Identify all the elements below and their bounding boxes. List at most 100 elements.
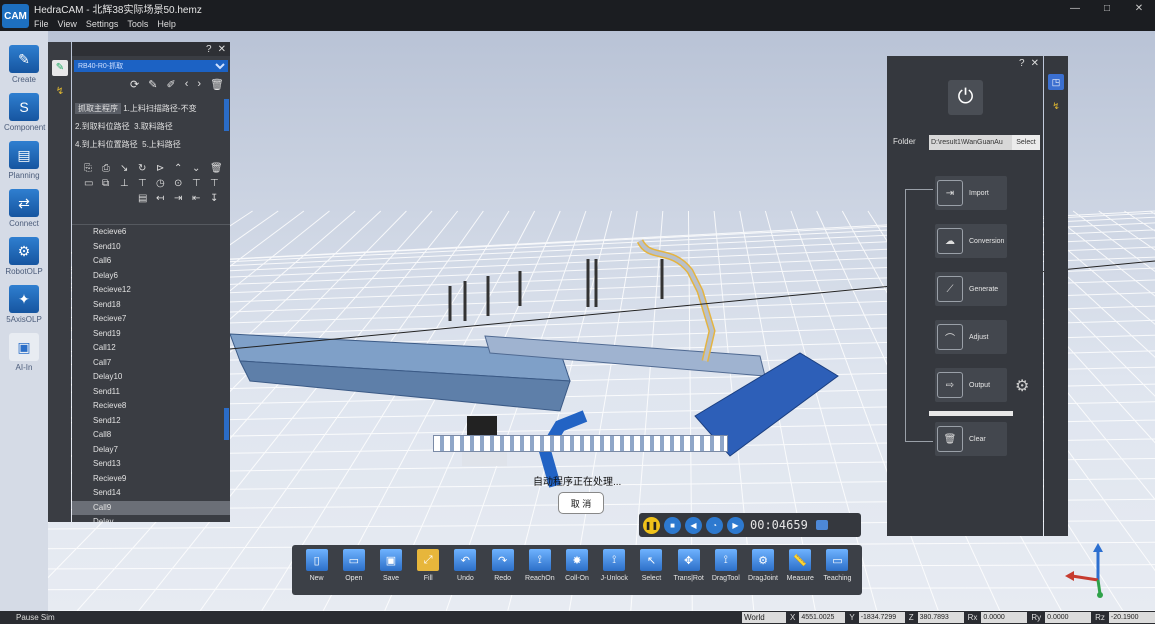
down-icon[interactable]: ⌄ (192, 163, 210, 174)
generate-step[interactable]: ⟋ Generate (935, 272, 1007, 306)
module-5axis-olp[interactable]: ✦ 5AxisOLP (4, 285, 44, 324)
command-item[interactable]: Recieve12 (72, 283, 230, 298)
maximize-button[interactable]: □ (1091, 0, 1123, 17)
reach-on-button[interactable]: ⟟ ReachOn (521, 549, 558, 591)
command-item[interactable]: Send11 (72, 385, 230, 400)
output-step[interactable]: ⇨ Output (935, 368, 1007, 402)
module-ai-in[interactable]: ▣ AI-In (4, 333, 44, 372)
command-item[interactable]: Send12 (72, 414, 230, 429)
select-button[interactable]: ↖ Select (633, 549, 670, 591)
receive-icon[interactable]: ⇤ (192, 193, 210, 204)
drag-joint-button[interactable]: ⚙ DragJoint (744, 549, 781, 591)
copy-icon[interactable]: ⧉ (102, 178, 120, 189)
module-component[interactable]: S Component (4, 93, 45, 132)
pause-button[interactable]: ❚❚ (643, 516, 660, 534)
refresh-icon[interactable]: ⟳ (130, 78, 139, 91)
note-icon[interactable]: ✐ (166, 78, 175, 91)
help-icon[interactable]: ? (206, 44, 212, 55)
module-create[interactable]: ✎ Create (4, 45, 44, 84)
j-unlock-button[interactable]: ⟟ J-Unlock (596, 549, 633, 591)
menu-help[interactable]: Help (157, 17, 176, 31)
command-item[interactable]: Send14 (72, 486, 230, 501)
program-tab-1[interactable]: 1.上料扫描路径-不变 (123, 104, 196, 113)
command-item[interactable]: Call7 (72, 356, 230, 371)
frame-select[interactable]: World (742, 612, 786, 623)
timer-icon[interactable]: ◷ (156, 178, 174, 189)
step-button[interactable]: ◔ (706, 516, 723, 534)
movel-icon[interactable]: ⎙ (102, 163, 120, 174)
command-item[interactable]: Delay10 (72, 370, 230, 385)
edit-icon[interactable]: ✎ (148, 78, 157, 91)
teach-tab-icon[interactable]: ↯ (1048, 98, 1064, 114)
command-item[interactable]: Recieve8 (72, 399, 230, 414)
ry-value[interactable]: 0.0000 (1045, 612, 1092, 623)
command-item[interactable]: Recieve6 (72, 225, 230, 240)
rx-value[interactable]: 0.0000 (981, 612, 1028, 623)
command-item[interactable]: Send10 (72, 240, 230, 255)
help-icon[interactable]: ? (1019, 58, 1025, 69)
program-select[interactable]: RB40-R0-抓取 (74, 60, 228, 72)
close-icon[interactable]: ✕ (1031, 58, 1039, 69)
module-robot-olp[interactable]: ⚙ RobotOLP (4, 237, 44, 276)
fill-button[interactable]: ⤢ Fill (410, 549, 447, 591)
import-step[interactable]: ⇥ Import (935, 176, 1007, 210)
cancel-button[interactable]: 取 消 (558, 492, 604, 514)
command-item[interactable]: Delay7 (72, 443, 230, 458)
return-icon[interactable]: ↤ (156, 193, 174, 204)
stop-button[interactable]: ■ (664, 516, 681, 534)
wait-icon[interactable]: ⊙ (174, 178, 192, 189)
menu-settings[interactable]: Settings (86, 17, 119, 31)
ai-tab-icon[interactable]: ◳ (1048, 74, 1064, 90)
tab-teach-icon[interactable]: ↯ (52, 84, 68, 100)
pin-icon[interactable]: ⊤ (210, 178, 228, 189)
send-icon[interactable]: ⇥ (174, 193, 192, 204)
program-tab-main[interactable]: 抓取主程序 (75, 103, 121, 114)
menu-view[interactable]: View (58, 17, 77, 31)
settings-gear-icon[interactable]: ⚙ (1015, 376, 1029, 396)
trans-rot-button[interactable]: ✥ Trans|Rot (670, 549, 707, 591)
forward-button[interactable]: ▶ (727, 516, 744, 534)
tool-icon[interactable]: ⊤ (138, 178, 156, 189)
table-icon[interactable]: ▤ (138, 193, 156, 204)
close-window-button[interactable]: ✕ (1123, 0, 1155, 17)
rewind-button[interactable]: ◀ (685, 516, 702, 534)
redo-button[interactable]: ↷ Redo (484, 549, 521, 591)
jump-icon[interactable]: ⊳ (156, 163, 174, 174)
drag-tool-button[interactable]: ⟟ DragTool (707, 549, 744, 591)
minimize-button[interactable]: — (1059, 0, 1091, 17)
close-icon[interactable]: ✕ (218, 44, 226, 55)
command-list-scrollbar[interactable] (224, 408, 229, 440)
clear-step[interactable]: 🗑 Clear (935, 422, 1007, 456)
command-item[interactable]: Call9 (72, 500, 230, 515)
undo-button[interactable]: ↶ Undo (447, 549, 484, 591)
trash-icon[interactable]: 🗑 (210, 163, 228, 174)
adjust-step[interactable]: ⌒ Adjust (935, 320, 1007, 354)
coll-on-button[interactable]: ✸ Coll-On (558, 549, 595, 591)
command-item[interactable]: Call6 (72, 254, 230, 269)
move-icon[interactable]: ⎘ (84, 163, 102, 174)
folder-select-button[interactable]: Select (1012, 135, 1040, 150)
signal-icon[interactable]: ⊤ (192, 178, 210, 189)
arrow-right-icon[interactable]: › (197, 78, 201, 91)
open-button[interactable]: ▭ Open (335, 549, 372, 591)
new-button[interactable]: ▯ New (298, 549, 335, 591)
program-tabs-scrollbar[interactable] (224, 99, 229, 131)
command-item[interactable]: Send18 (72, 298, 230, 313)
program-tab-4[interactable]: 4.到上料位置路径 (75, 140, 138, 149)
up-icon[interactable]: ⌃ (174, 163, 192, 174)
arrow-left-icon[interactable]: ‹ (185, 78, 189, 91)
command-item[interactable]: Call12 (72, 341, 230, 356)
call-icon[interactable]: ↧ (210, 193, 228, 204)
teaching-button[interactable]: ▭ Teaching (819, 549, 856, 591)
menu-tools[interactable]: Tools (127, 17, 148, 31)
io-icon[interactable]: ⊥ (120, 178, 138, 189)
delete-icon[interactable]: 🗑 (210, 78, 224, 91)
power-button[interactable]: ⏻ (948, 80, 983, 115)
tab-program-icon[interactable]: ✎ (52, 60, 68, 76)
command-item[interactable]: Delay (72, 515, 230, 522)
module-connect[interactable]: ⇄ Connect (4, 189, 44, 228)
command-item[interactable]: Recieve9 (72, 472, 230, 487)
folder-path-input[interactable] (929, 135, 1012, 150)
x-value[interactable]: 4551.0025 (799, 612, 846, 623)
program-tab-2[interactable]: 2.到取料位路径 (75, 122, 130, 131)
